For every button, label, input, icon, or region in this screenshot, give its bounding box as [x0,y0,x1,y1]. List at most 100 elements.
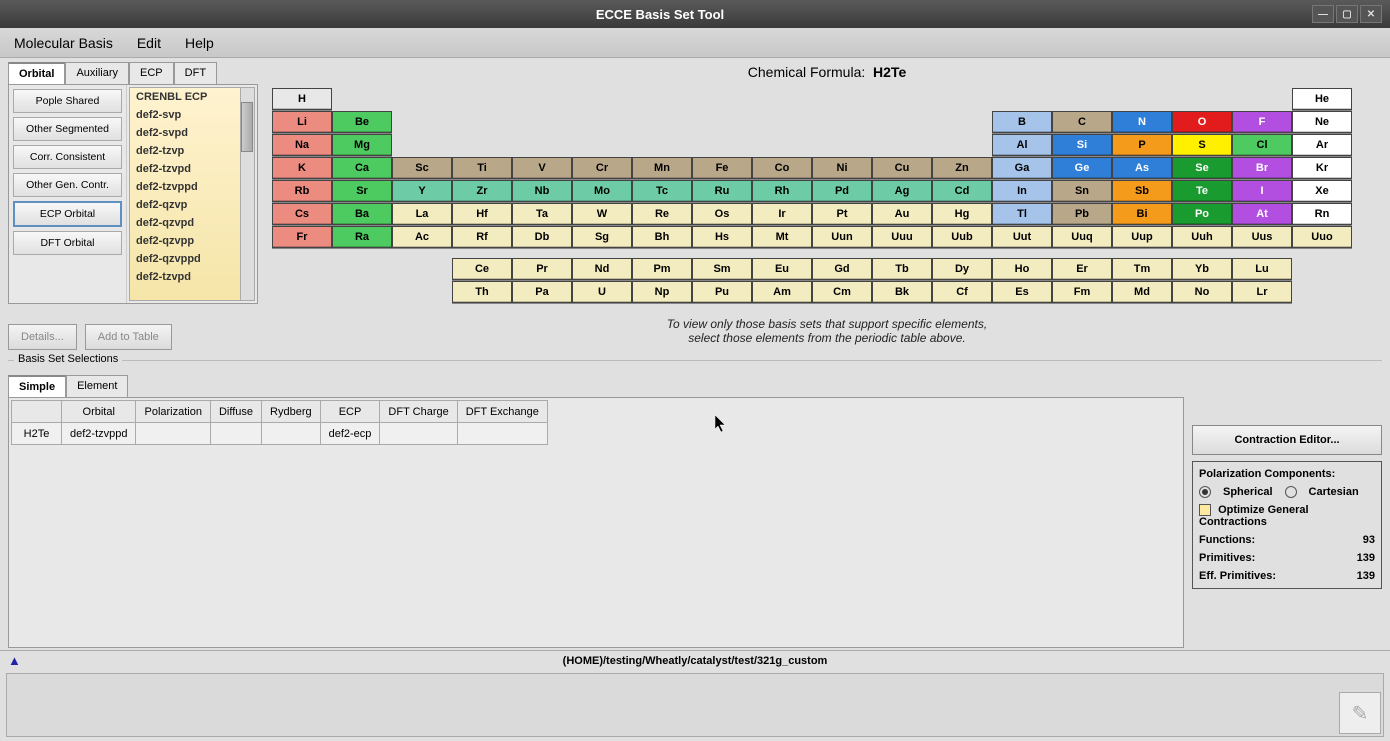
element-Np[interactable]: Np [632,281,692,303]
element-K[interactable]: K [272,157,332,179]
element-Xe[interactable]: Xe [1292,180,1352,202]
element-Tc[interactable]: Tc [632,180,692,202]
element-Na[interactable]: Na [272,134,332,156]
element-Al[interactable]: Al [992,134,1052,156]
element-I[interactable]: I [1232,180,1292,202]
basis-item[interactable]: def2-tzvp [130,142,254,160]
element-Ho[interactable]: Ho [992,258,1052,280]
element-Pd[interactable]: Pd [812,180,872,202]
element-B[interactable]: B [992,111,1052,133]
element-Be[interactable]: Be [332,111,392,133]
element-Uuq[interactable]: Uuq [1052,226,1112,248]
element-Fr[interactable]: Fr [272,226,332,248]
maximize-button[interactable]: ▢ [1336,5,1358,23]
element-Pr[interactable]: Pr [512,258,572,280]
menu-molecular-basis[interactable]: Molecular Basis [8,31,119,55]
element-Mg[interactable]: Mg [332,134,392,156]
element-Ar[interactable]: Ar [1292,134,1352,156]
element-Rh[interactable]: Rh [752,180,812,202]
element-Ge[interactable]: Ge [1052,157,1112,179]
element-He[interactable]: He [1292,88,1352,110]
element-Uuu[interactable]: Uuu [872,226,932,248]
element-Sg[interactable]: Sg [572,226,632,248]
element-Hg[interactable]: Hg [932,203,992,225]
tab-auxiliary[interactable]: Auxiliary [65,62,129,84]
category-corr-consistent[interactable]: Corr. Consistent [13,145,122,169]
element-F[interactable]: F [1232,111,1292,133]
element-Ag[interactable]: Ag [872,180,932,202]
contraction-editor-button[interactable]: Contraction Editor... [1192,425,1382,455]
element-V[interactable]: V [512,157,572,179]
element-Ti[interactable]: Ti [452,157,512,179]
element-Pu[interactable]: Pu [692,281,752,303]
element-Tb[interactable]: Tb [872,258,932,280]
element-Sc[interactable]: Sc [392,157,452,179]
basis-item[interactable]: def2-svpd [130,124,254,142]
element-Mt[interactable]: Mt [752,226,812,248]
element-Pb[interactable]: Pb [1052,203,1112,225]
element-Ir[interactable]: Ir [752,203,812,225]
element-Rn[interactable]: Rn [1292,203,1352,225]
element-Dy[interactable]: Dy [932,258,992,280]
basis-item[interactable]: def2-qzvpd [130,214,254,232]
element-O[interactable]: O [1172,111,1232,133]
element-Uub[interactable]: Uub [932,226,992,248]
element-Uuh[interactable]: Uuh [1172,226,1232,248]
element-La[interactable]: La [392,203,452,225]
radio-cartesian[interactable] [1285,486,1297,498]
basis-item[interactable]: def2-qzvppd [130,250,254,268]
basis-item[interactable]: def2-qzvp [130,196,254,214]
element-Am[interactable]: Am [752,281,812,303]
element-Hf[interactable]: Hf [452,203,512,225]
element-Er[interactable]: Er [1052,258,1112,280]
element-Uuo[interactable]: Uuo [1292,226,1352,248]
element-Si[interactable]: Si [1052,134,1112,156]
element-Bk[interactable]: Bk [872,281,932,303]
element-Th[interactable]: Th [452,281,512,303]
element-C[interactable]: C [1052,111,1112,133]
element-Db[interactable]: Db [512,226,572,248]
element-Fe[interactable]: Fe [692,157,752,179]
element-Rb[interactable]: Rb [272,180,332,202]
row-polarization[interactable] [136,423,210,445]
category-ecp-orbital[interactable]: ECP Orbital [13,201,122,227]
element-Ce[interactable]: Ce [452,258,512,280]
element-Tl[interactable]: Tl [992,203,1052,225]
basis-item[interactable]: CRENBL ECP [130,88,254,106]
element-Tm[interactable]: Tm [1112,258,1172,280]
expand-triangle-icon[interactable]: ▲ [8,653,21,668]
element-Sn[interactable]: Sn [1052,180,1112,202]
close-button[interactable]: ✕ [1360,5,1382,23]
element-Cr[interactable]: Cr [572,157,632,179]
element-Bh[interactable]: Bh [632,226,692,248]
element-Bi[interactable]: Bi [1112,203,1172,225]
minimize-button[interactable]: — [1312,5,1334,23]
element-As[interactable]: As [1112,157,1172,179]
category-dft-orbital[interactable]: DFT Orbital [13,231,122,255]
element-Hs[interactable]: Hs [692,226,752,248]
element-Ga[interactable]: Ga [992,157,1052,179]
element-W[interactable]: W [572,203,632,225]
tab-element[interactable]: Element [66,375,128,397]
element-Sb[interactable]: Sb [1112,180,1172,202]
element-U[interactable]: U [572,281,632,303]
element-Pt[interactable]: Pt [812,203,872,225]
element-Lr[interactable]: Lr [1232,281,1292,303]
element-Nb[interactable]: Nb [512,180,572,202]
element-Gd[interactable]: Gd [812,258,872,280]
element-Ne[interactable]: Ne [1292,111,1352,133]
row-diffuse[interactable] [210,423,261,445]
element-Sr[interactable]: Sr [332,180,392,202]
element-Pa[interactable]: Pa [512,281,572,303]
details-button[interactable]: Details... [8,324,77,350]
element-Cl[interactable]: Cl [1232,134,1292,156]
checkbox-optimize[interactable] [1199,504,1211,516]
basis-item[interactable]: def2-tzvpd [130,160,254,178]
element-Cs[interactable]: Cs [272,203,332,225]
element-Fm[interactable]: Fm [1052,281,1112,303]
tab-simple[interactable]: Simple [8,375,66,397]
table-row[interactable]: H2Te def2-tzvppd def2-ecp [12,423,548,445]
element-Li[interactable]: Li [272,111,332,133]
row-dftexchange[interactable] [457,423,547,445]
tab-ecp[interactable]: ECP [129,62,174,84]
